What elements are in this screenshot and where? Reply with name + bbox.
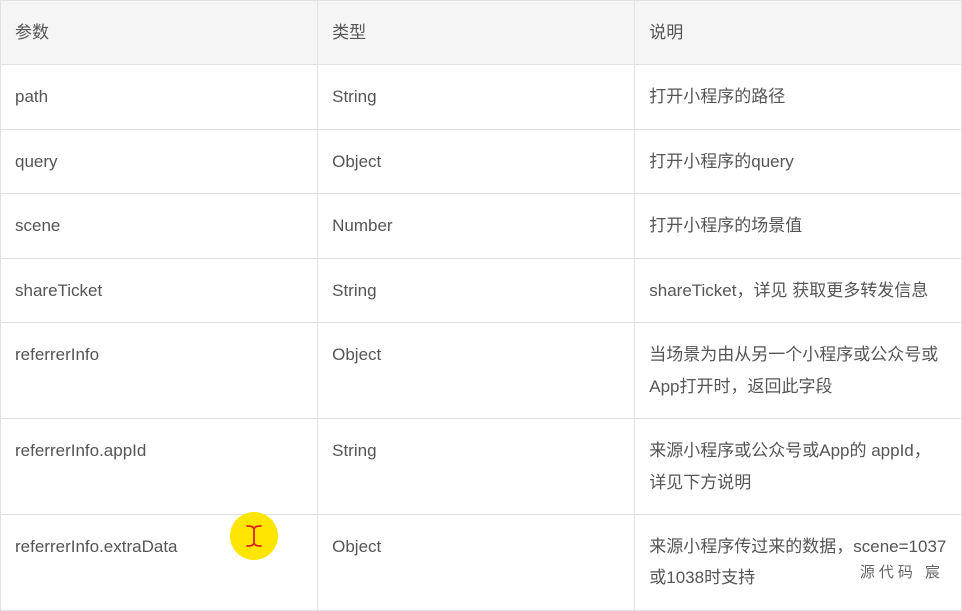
cell-desc: 打开小程序的场景值 [635,194,962,258]
cell-param: referrerInfo.appId [1,419,318,515]
cell-param: scene [1,194,318,258]
header-type: 类型 [318,1,635,65]
cell-desc: 打开小程序的query [635,129,962,193]
header-param: 参数 [1,1,318,65]
cell-desc: 当场景为由从另一个小程序或公众号或App打开时，返回此字段 [635,323,962,419]
cell-param: shareTicket [1,258,318,322]
params-table: 参数 类型 说明 path String 打开小程序的路径 query Obje… [0,0,962,611]
header-desc: 说明 [635,1,962,65]
table-row: referrerInfo.appId String 来源小程序或公众号或App的… [1,419,962,515]
table-row: scene Number 打开小程序的场景值 [1,194,962,258]
text-cursor-icon [245,524,263,548]
cell-type: String [318,419,635,515]
cell-param: referrerInfo [1,323,318,419]
cell-type: Number [318,194,635,258]
cell-type: Object [318,129,635,193]
cell-param: path [1,65,318,129]
cursor-highlight [230,512,278,560]
watermark: 源代码 宸 [860,561,944,582]
table-row: query Object 打开小程序的query [1,129,962,193]
cell-type: Object [318,323,635,419]
table-row: referrerInfo Object 当场景为由从另一个小程序或公众号或App… [1,323,962,419]
table-row: path String 打开小程序的路径 [1,65,962,129]
table-header-row: 参数 类型 说明 [1,1,962,65]
cell-desc: 来源小程序或公众号或App的 appId，详见下方说明 [635,419,962,515]
cell-param: query [1,129,318,193]
cell-type: String [318,65,635,129]
table-row: shareTicket String shareTicket，详见 获取更多转发… [1,258,962,322]
cell-desc: shareTicket，详见 获取更多转发信息 [635,258,962,322]
cell-desc: 打开小程序的路径 [635,65,962,129]
cell-type: String [318,258,635,322]
